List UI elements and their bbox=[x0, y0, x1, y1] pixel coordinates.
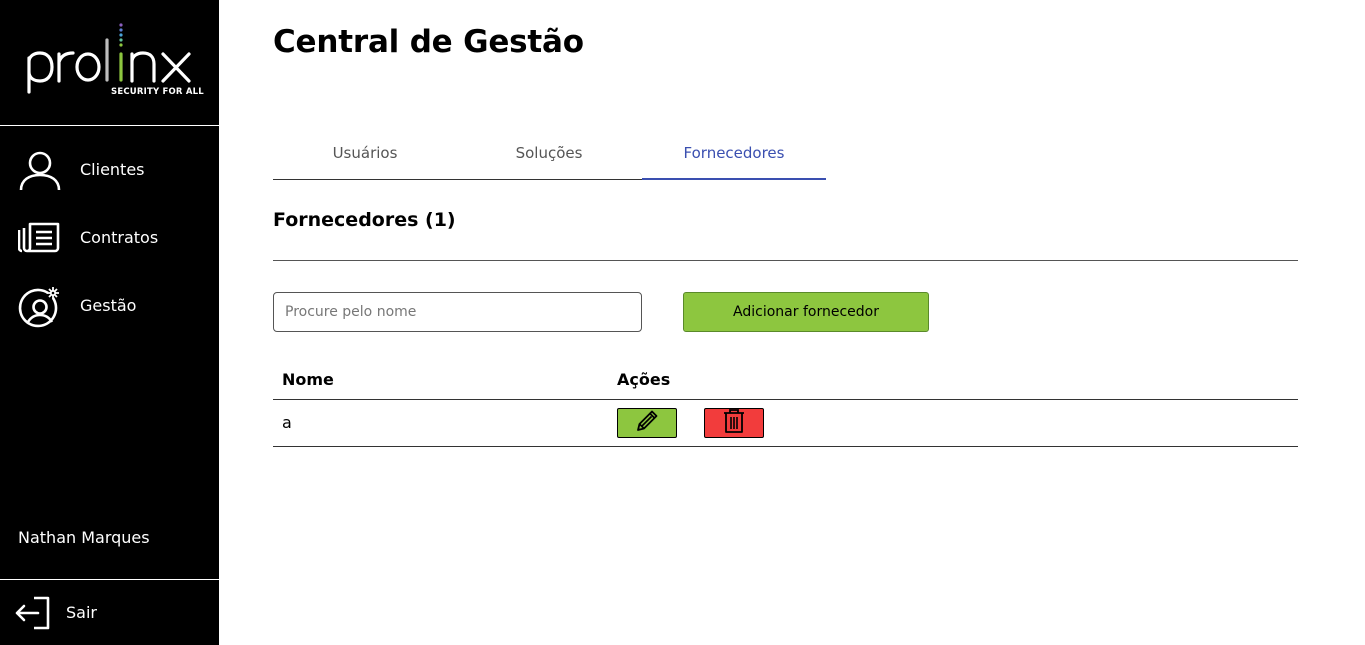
section-divider bbox=[273, 260, 1298, 261]
tab-usuarios[interactable]: Usuários bbox=[273, 130, 457, 180]
tab-solucoes[interactable]: Soluções bbox=[457, 130, 641, 180]
logout-label: Sair bbox=[66, 603, 97, 622]
brand-tagline: SECURITY FOR ALL bbox=[111, 87, 204, 97]
sidebar-item-label: Clientes bbox=[80, 160, 145, 179]
tab-fornecedores[interactable]: Fornecedores bbox=[642, 130, 826, 180]
user-icon bbox=[18, 150, 62, 191]
sidebar-divider bbox=[0, 125, 219, 126]
sidebar-item-label: Contratos bbox=[80, 228, 159, 247]
logout-button[interactable]: Sair bbox=[0, 580, 219, 645]
edit-button[interactable] bbox=[617, 408, 677, 438]
sidebar: SECURITY FOR ALL Clientes Contratos Gest… bbox=[0, 0, 219, 645]
sidebar-item-gestao[interactable]: Gestão bbox=[0, 278, 219, 334]
brand-logo: SECURITY FOR ALL bbox=[0, 0, 219, 125]
sidebar-item-clientes[interactable]: Clientes bbox=[0, 142, 219, 198]
pencil-icon bbox=[634, 408, 660, 438]
user-name: Nathan Marques bbox=[18, 528, 150, 547]
page-title: Central de Gestão bbox=[273, 24, 584, 60]
suppliers-table: Nome Ações a bbox=[273, 362, 1298, 447]
trash-icon bbox=[722, 407, 746, 439]
add-supplier-button[interactable]: Adicionar fornecedor bbox=[683, 292, 929, 332]
sidebar-item-label: Gestão bbox=[80, 296, 137, 315]
sidebar-item-contratos[interactable]: Contratos bbox=[0, 210, 219, 266]
logout-icon bbox=[14, 595, 52, 631]
tab-bar: Usuários Soluções Fornecedores bbox=[273, 130, 826, 180]
table-row: a bbox=[273, 400, 1298, 447]
delete-button[interactable] bbox=[704, 408, 764, 438]
document-list-icon bbox=[17, 218, 62, 258]
table-header: Nome Ações bbox=[273, 362, 1298, 400]
search-input[interactable] bbox=[273, 292, 642, 332]
supplier-name: a bbox=[282, 413, 292, 432]
column-header-name: Nome bbox=[282, 370, 334, 389]
column-header-actions: Ações bbox=[617, 370, 671, 389]
user-gear-icon bbox=[18, 286, 62, 328]
section-title: Fornecedores (1) bbox=[273, 209, 456, 231]
